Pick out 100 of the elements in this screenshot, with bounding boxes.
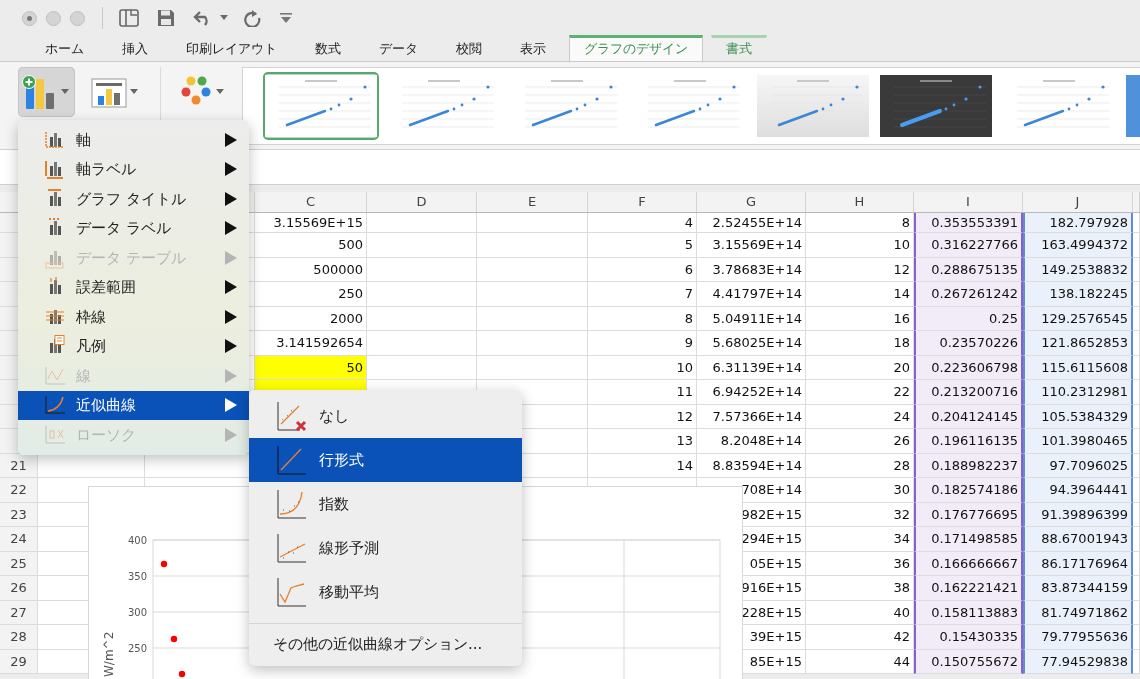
table-cell: 5.68025E+14 (697, 331, 806, 356)
caret-icon[interactable] (61, 89, 69, 95)
column-header[interactable]: E (477, 192, 588, 212)
menu-item[interactable]: 凡例 (18, 331, 249, 361)
column-header[interactable]: H (806, 192, 914, 212)
menu-item[interactable]: 誤差範囲 (18, 272, 249, 302)
forecast-trendline-icon (275, 532, 307, 564)
ribbon-tab[interactable]: 校閲 (441, 37, 497, 61)
table-cell: 250 (255, 282, 367, 307)
ribbon-tab[interactable]: 数式 (300, 37, 356, 61)
table-cell: 163.4994372 (1023, 233, 1133, 258)
table-cell: 138.182245 (1023, 282, 1133, 307)
axis-tick-label: 350 (127, 571, 147, 582)
table-cell: 38 (806, 576, 914, 601)
table-cell: 115.6115608 (1023, 355, 1133, 380)
table-cell: 7 (588, 282, 697, 307)
table-cell: 110.2312981 (1023, 380, 1133, 405)
table-cell: 30 (806, 478, 914, 503)
table-cell: 14 (806, 282, 914, 307)
column-header[interactable]: J (1023, 192, 1133, 212)
menu-item[interactable]: 移動平均 (249, 570, 522, 614)
table-cell: 0.288675135 (914, 257, 1023, 282)
column-header[interactable]: F (588, 192, 697, 212)
submenu-arrow-icon (225, 427, 237, 442)
moving-average-icon (275, 576, 307, 608)
column-header[interactable]: C (255, 192, 367, 212)
menu-item[interactable]: グラフ タイトル (18, 184, 249, 214)
table-cell: 0.267261242 (914, 282, 1023, 307)
submenu-arrow-icon (225, 398, 237, 413)
table-cell: 4.41797E+14 (697, 282, 806, 307)
caret-icon[interactable] (216, 89, 224, 95)
ribbon-button[interactable] (18, 67, 75, 117)
table-cell: 13 (588, 429, 697, 454)
row-number: 28 (0, 625, 38, 650)
axis-title-chart-icon (44, 158, 66, 181)
menu-item[interactable]: 枠線 (18, 302, 249, 332)
submenu-arrow-icon (225, 221, 237, 236)
row-number: 29 (0, 649, 38, 674)
table-cell: 0.182574186 (914, 478, 1023, 503)
trendline-icon (44, 394, 66, 417)
table-cell: 94.3964441 (1023, 478, 1133, 503)
table-cell: 129.2576545 (1023, 306, 1133, 331)
ribbon-tab[interactable]: 表示 (505, 37, 561, 61)
axis-tick-label: 300 (127, 607, 147, 618)
menu-item[interactable]: 線形予測 (249, 526, 522, 570)
axis-title: W/m^2 (102, 631, 116, 677)
redo-icon[interactable] (243, 9, 261, 27)
table-cell: 0.204124145 (914, 404, 1023, 429)
table-cell: 9 (588, 331, 697, 356)
table-cell: 3.141592654 (255, 331, 367, 356)
table-cell: 101.3980465 (1023, 429, 1133, 454)
table-cell: 500 (255, 233, 367, 258)
sidebar-icon[interactable] (119, 9, 139, 27)
candlestick-icon (44, 423, 66, 446)
menu-item[interactable]: なし (249, 394, 522, 438)
table-cell: 22 (806, 380, 914, 405)
ribbon-tab[interactable]: ホーム (30, 37, 99, 61)
submenu-arrow-icon (225, 368, 237, 383)
column-header[interactable]: D (367, 192, 477, 212)
table-cell: 8.2048E+14 (697, 429, 806, 454)
ribbon-tab[interactable]: グラフのデザイン (569, 35, 703, 61)
submenu-arrow-icon (225, 309, 237, 324)
menu-item[interactable]: その他の近似曲線オプション... (249, 628, 522, 660)
menu-item[interactable]: 軸 (18, 125, 249, 155)
row-number: 25 (0, 551, 38, 576)
trendline-none-icon (275, 400, 307, 432)
table-cell: 149.2538832 (1023, 257, 1133, 282)
menu-item[interactable]: 行形式 (249, 438, 522, 482)
column-header[interactable]: G (697, 192, 806, 212)
save-icon[interactable] (157, 9, 175, 27)
table-cell: 5 (588, 233, 697, 258)
caret-icon[interactable] (130, 89, 138, 95)
table-cell: 10 (806, 233, 914, 258)
table-cell: 86.17176964 (1023, 551, 1133, 576)
ribbon-tab[interactable]: 挿入 (107, 37, 163, 61)
menu-item[interactable]: 軸ラベル (18, 154, 249, 184)
ribbon-tab[interactable]: 印刷レイアウト (171, 37, 292, 61)
table-cell: 42 (806, 625, 914, 650)
table-cell: 88.67001943 (1023, 527, 1133, 552)
window-close-button[interactable] (22, 10, 37, 26)
menu-item[interactable]: 指数 (249, 482, 522, 526)
table-cell: 0.25 (914, 306, 1023, 331)
column-header[interactable]: I (914, 192, 1023, 212)
menu-item[interactable]: データ ラベル (18, 213, 249, 243)
customize-toolbar-icon[interactable] (279, 12, 293, 24)
table-cell: 26 (806, 429, 914, 454)
table-cell: 81.74971862 (1023, 600, 1133, 625)
table-cell: 0.166666667 (914, 551, 1023, 576)
chart-preview-drawing (1126, 75, 1140, 137)
line-chart-icon (44, 364, 66, 387)
axis-tick-label: 250 (127, 643, 147, 654)
linear-trendline-icon (275, 444, 307, 476)
menu-item[interactable]: 近似曲線 (18, 390, 249, 420)
ribbon-tab[interactable]: データ (364, 37, 433, 61)
row-number: 26 (0, 576, 38, 601)
table-cell: 0.196116135 (914, 429, 1023, 454)
table-cell: 0.150755672 (914, 649, 1023, 674)
table-cell: 50 (255, 355, 367, 380)
caret-icon[interactable] (220, 15, 229, 21)
row-number: 21 (0, 453, 38, 478)
